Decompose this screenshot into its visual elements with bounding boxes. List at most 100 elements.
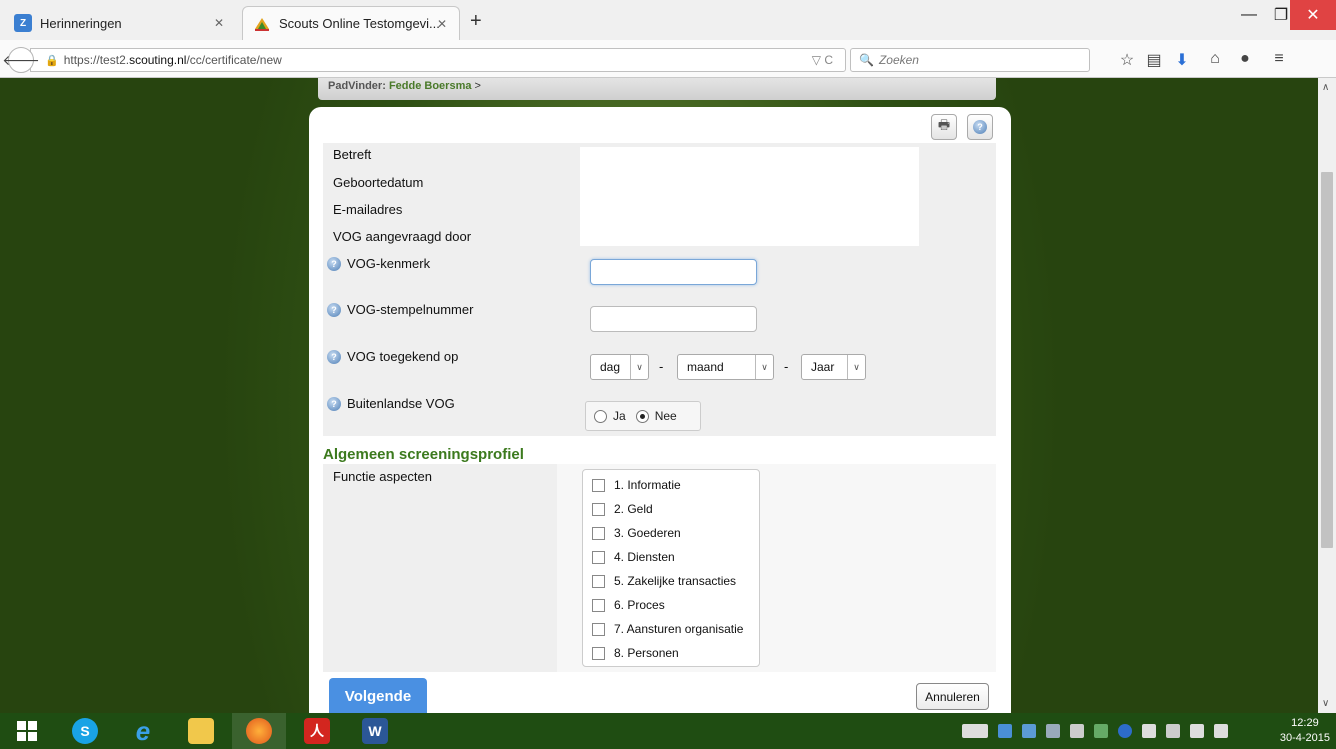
- search-input[interactable]: 🔍 Zoeken: [850, 48, 1090, 72]
- list-item[interactable]: 2. Geld: [592, 502, 653, 516]
- day-select-value: dag: [600, 360, 621, 374]
- word-icon: W: [362, 718, 388, 744]
- folder-icon: [188, 718, 214, 744]
- volume-icon[interactable]: [1214, 724, 1228, 738]
- clock-time: 12:29: [1291, 717, 1319, 729]
- new-tab-button[interactable]: +: [470, 11, 482, 31]
- close-window-button[interactable]: ✕: [1290, 0, 1336, 30]
- checkbox[interactable]: [592, 526, 605, 540]
- tab-scouts-online[interactable]: Scouts Online Testomgevi... ✕: [242, 6, 460, 40]
- print-button[interactable]: 🖶: [931, 114, 957, 140]
- list-item[interactable]: 4. Diensten: [592, 550, 675, 564]
- back-button[interactable]: 🡐: [2, 47, 40, 73]
- network-icon[interactable]: [1166, 724, 1180, 738]
- home-icon[interactable]: ⌂: [1204, 50, 1226, 68]
- search-placeholder: Zoeken: [878, 53, 919, 67]
- help-icon[interactable]: ?: [327, 349, 341, 364]
- list-item[interactable]: 8. Personen: [592, 646, 679, 660]
- year-select[interactable]: Jaar ∨: [801, 354, 866, 380]
- tab-herinneringen[interactable]: Z Herinneringen ✕: [14, 6, 236, 40]
- menu-icon[interactable]: ≡: [1268, 50, 1290, 68]
- geboortedatum-label: Geboortedatum: [333, 175, 424, 190]
- help-icon: ?: [973, 120, 987, 134]
- vog-stempelnummer-input[interactable]: [590, 306, 757, 332]
- flag-icon[interactable]: [1142, 724, 1156, 738]
- list-item[interactable]: 7. Aansturen organisatie: [592, 622, 743, 636]
- url-prefix: https://test2.: [63, 53, 130, 67]
- scroll-up-icon[interactable]: ∧: [1322, 82, 1329, 93]
- tray-app-icon[interactable]: [1046, 724, 1060, 738]
- person-info-box: [580, 147, 919, 246]
- screeningsprofiel-section: Functie aspecten 1. Informatie 2. Geld 3…: [323, 464, 996, 672]
- day-select[interactable]: dag ∨: [590, 354, 649, 380]
- help-button[interactable]: ?: [967, 114, 993, 140]
- emailadres-label: E-mailadres: [333, 202, 403, 217]
- breadcrumb: PadVinder: Fedde Boersma >: [318, 78, 996, 100]
- tray-app-icon[interactable]: [1070, 724, 1084, 738]
- help-icon[interactable]: ?: [327, 302, 341, 317]
- tray-app-icon[interactable]: [1094, 724, 1108, 738]
- checkbox[interactable]: [592, 502, 605, 516]
- tab-close-icon[interactable]: ✕: [214, 16, 224, 30]
- bluetooth-icon[interactable]: [1118, 724, 1132, 738]
- tray-app-icon[interactable]: [998, 724, 1012, 738]
- list-item[interactable]: 3. Goederen: [592, 526, 681, 540]
- back-arrow-icon: 🡐: [2, 51, 40, 68]
- help-icon[interactable]: ?: [327, 396, 341, 411]
- browser-title-bar: Z Herinneringen ✕ Scouts Online Testomge…: [0, 0, 1336, 40]
- start-button[interactable]: [0, 713, 54, 749]
- radio-nee-label[interactable]: Nee: [655, 409, 677, 423]
- radio-nee[interactable]: [635, 409, 649, 423]
- checkbox-label: 5. Zakelijke transacties: [614, 574, 737, 588]
- scouting-favicon-icon: [253, 15, 271, 33]
- checkbox-label: 2. Geld: [614, 502, 653, 516]
- minimize-button[interactable]: —: [1232, 0, 1266, 30]
- taskbar-acrobat[interactable]: 人: [290, 713, 344, 749]
- tray-app-icon[interactable]: [1022, 724, 1036, 738]
- taskbar-skype[interactable]: S: [58, 713, 112, 749]
- firefox-icon: [246, 718, 272, 744]
- checkbox[interactable]: [592, 574, 605, 588]
- internet-explorer-icon: e: [135, 715, 151, 746]
- checkbox[interactable]: [592, 478, 605, 492]
- checkbox[interactable]: [592, 646, 605, 660]
- taskbar-internet-explorer[interactable]: e: [116, 713, 170, 749]
- battery-icon[interactable]: [1190, 724, 1204, 738]
- betreft-label: Betreft: [333, 147, 372, 162]
- radio-ja-label[interactable]: Ja: [613, 409, 626, 423]
- list-item[interactable]: 1. Informatie: [592, 478, 681, 492]
- taskbar-word[interactable]: W: [348, 713, 402, 749]
- list-item[interactable]: 6. Proces: [592, 598, 665, 612]
- keyboard-icon[interactable]: [962, 724, 988, 738]
- chevron-down-icon: ∨: [755, 355, 773, 379]
- cancel-button[interactable]: Annuleren: [916, 683, 989, 710]
- list-item[interactable]: 5. Zakelijke transacties: [592, 574, 736, 588]
- vog-form-section: Betreft Geboortedatum E-mailadres VOG aa…: [323, 143, 996, 436]
- checkbox[interactable]: [592, 550, 605, 564]
- month-select[interactable]: maand ∨: [677, 354, 774, 380]
- taskbar-clock[interactable]: 12:29 30-4-2015: [1280, 716, 1330, 746]
- printer-icon: 🖶: [937, 117, 951, 132]
- breadcrumb-link[interactable]: Fedde Boersma: [389, 80, 472, 92]
- month-select-value: maand: [687, 360, 724, 374]
- checkbox[interactable]: [592, 598, 605, 612]
- taskbar-file-explorer[interactable]: [174, 713, 228, 749]
- tab-close-icon[interactable]: ✕: [437, 17, 447, 31]
- reload-icon[interactable]: ▽ C: [812, 53, 833, 67]
- download-icon[interactable]: ⬇: [1171, 50, 1193, 70]
- next-button[interactable]: Volgende: [329, 678, 427, 713]
- page-scrollbar[interactable]: ∧ ∨: [1318, 78, 1336, 713]
- radio-ja[interactable]: [594, 409, 607, 423]
- scroll-down-icon[interactable]: ∨: [1322, 698, 1329, 709]
- scrollbar-thumb[interactable]: [1321, 172, 1333, 548]
- chat-icon[interactable]: ●: [1234, 50, 1256, 68]
- breadcrumb-label: PadVinder:: [328, 80, 386, 92]
- taskbar-firefox[interactable]: [232, 713, 286, 749]
- address-bar[interactable]: 🔒 https://test2. scouting.nl/cc/certifica…: [30, 48, 846, 72]
- vog-kenmerk-input[interactable]: [590, 259, 757, 285]
- bookmark-star-icon[interactable]: ☆: [1116, 50, 1138, 70]
- checkbox[interactable]: [592, 622, 605, 636]
- vog-kenmerk-row: ? VOG-kenmerk: [327, 256, 430, 271]
- help-icon[interactable]: ?: [327, 256, 341, 271]
- reading-list-icon[interactable]: ▤: [1143, 50, 1165, 70]
